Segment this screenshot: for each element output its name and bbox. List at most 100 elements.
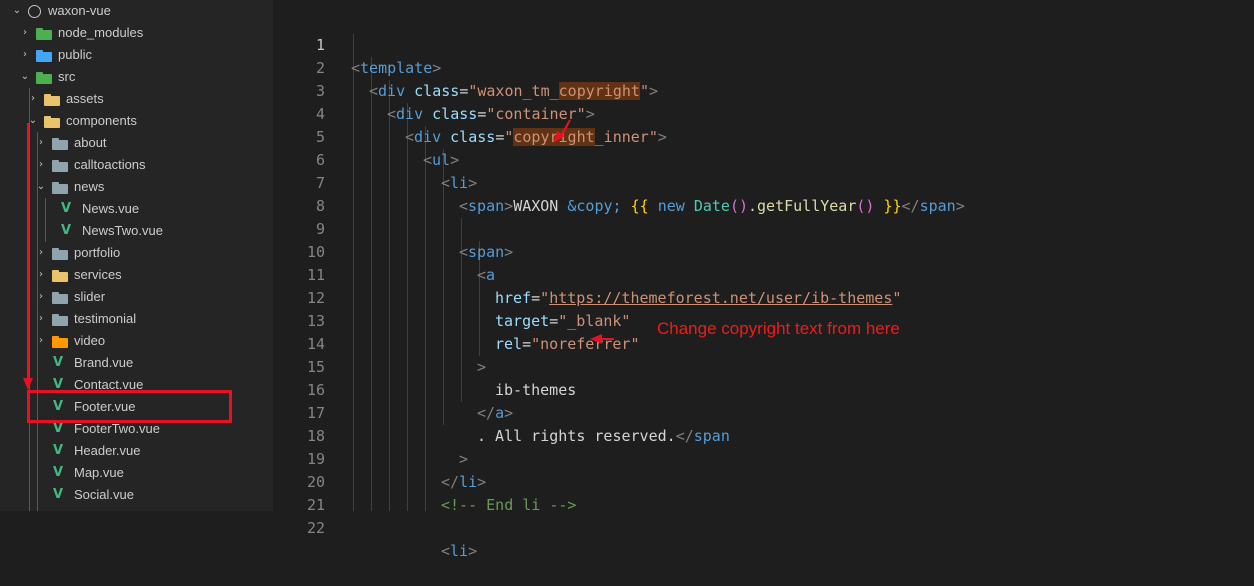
code-line: 3 <div class="container"> bbox=[273, 57, 1254, 123]
code-line: 19 </li> bbox=[273, 425, 1254, 491]
vue-file-icon: V bbox=[61, 223, 72, 238]
code-editor[interactable]: 1 <template> 2 <div class="waxon_tm_copy… bbox=[273, 0, 1254, 560]
code-line: 17 . All rights reserved.</span bbox=[273, 379, 1254, 445]
explorer-file-newstwo-vue[interactable]: V NewsTwo.vue bbox=[0, 220, 273, 242]
vue-file-icon: V bbox=[53, 355, 64, 370]
folder-icon bbox=[52, 242, 68, 264]
folder-open-icon bbox=[52, 176, 68, 198]
explorer-folder-src[interactable]: ⌄ src bbox=[0, 66, 273, 88]
code-line: 8 bbox=[273, 172, 1254, 215]
code-line: 21 bbox=[273, 471, 1254, 514]
vue-file-icon: V bbox=[53, 399, 64, 414]
explorer-folder-components[interactable]: ⌄ components bbox=[0, 110, 273, 132]
explorer-item-label: components bbox=[66, 113, 137, 128]
chevron-right-icon: › bbox=[39, 291, 43, 302]
explorer-file-news-vue[interactable]: V News.vue bbox=[0, 198, 273, 220]
explorer-item-label: Social.vue bbox=[74, 487, 134, 502]
explorer-folder-slider[interactable]: › slider bbox=[0, 286, 273, 308]
vue-file-icon: V bbox=[53, 443, 64, 458]
vue-file-icon: V bbox=[53, 377, 64, 392]
code-line: 2 <div class="waxon_tm_copyright"> bbox=[273, 34, 1254, 100]
explorer-folder-public[interactable]: › public bbox=[0, 44, 273, 66]
code-line: 6 <li> bbox=[273, 126, 1254, 192]
project-circle-icon bbox=[28, 0, 42, 22]
chevron-right-icon: › bbox=[39, 247, 43, 258]
file-explorer: ⌄ waxon-vue › node_modules › public ⌄ sr… bbox=[0, 0, 273, 511]
explorer-item-label: Map.vue bbox=[74, 465, 124, 480]
code-line: 9 <span> bbox=[273, 195, 1254, 261]
explorer-item-label: news bbox=[74, 179, 105, 194]
folder-icon bbox=[52, 308, 68, 330]
vue-file-icon: V bbox=[53, 421, 64, 436]
explorer-folder-assets[interactable]: › assets bbox=[0, 88, 273, 110]
code-line: 18 > bbox=[273, 402, 1254, 468]
folder-open-icon bbox=[36, 66, 52, 88]
line-number: 22 bbox=[306, 519, 325, 537]
code-line: 1 <template> bbox=[273, 11, 1254, 77]
vue-file-icon: V bbox=[61, 201, 72, 216]
explorer-item-label: Header.vue bbox=[74, 443, 141, 458]
explorer-folder-video[interactable]: › video bbox=[0, 330, 273, 352]
explorer-file-header-vue[interactable]: V Header.vue bbox=[0, 440, 273, 462]
folder-icon bbox=[36, 44, 52, 66]
chevron-right-icon: › bbox=[39, 313, 43, 324]
explorer-item-label: Contact.vue bbox=[74, 377, 144, 392]
explorer-file-contact-vue[interactable]: V Contact.vue bbox=[0, 374, 273, 396]
explorer-folder-portfolio[interactable]: › portfolio bbox=[0, 242, 273, 264]
explorer-file-social-vue[interactable]: V Social.vue bbox=[0, 484, 273, 506]
explorer-folder-calltoactions[interactable]: › calltoactions bbox=[0, 154, 273, 176]
annotation-text: Change copyright text from here bbox=[657, 319, 900, 338]
chevron-right-icon: › bbox=[23, 27, 27, 38]
chevron-right-icon: › bbox=[39, 335, 43, 346]
explorer-item-label: News.vue bbox=[82, 201, 140, 216]
explorer-file-footertwo-vue[interactable]: V FooterTwo.vue bbox=[0, 418, 273, 440]
explorer-item-label: public bbox=[58, 47, 92, 62]
explorer-item-label: node_modules bbox=[58, 25, 144, 40]
explorer-item-label: assets bbox=[66, 91, 104, 106]
explorer-file-map-vue[interactable]: V Map.vue bbox=[0, 462, 273, 484]
explorer-item-label: src bbox=[58, 69, 76, 84]
code-line: 12 target="_blank" bbox=[273, 264, 1254, 330]
code-line: 11 href="https://themeforest.net/user/ib… bbox=[273, 241, 1254, 307]
vue-file-icon: V bbox=[53, 465, 64, 480]
vue-file-icon: V bbox=[53, 487, 64, 502]
folder-icon bbox=[52, 154, 68, 176]
explorer-folder-about[interactable]: › about bbox=[0, 132, 273, 154]
folder-icon bbox=[52, 286, 68, 308]
explorer-item-label: waxon-vue bbox=[48, 3, 111, 18]
explorer-item-label: Footer.vue bbox=[74, 399, 136, 414]
code-text: <li> bbox=[441, 542, 478, 560]
explorer-file-brand-vue[interactable]: V Brand.vue bbox=[0, 352, 273, 374]
folder-open-icon bbox=[44, 110, 60, 132]
explorer-file-footer-vue[interactable]: V Footer.vue bbox=[0, 396, 273, 418]
folder-icon bbox=[52, 264, 68, 286]
explorer-item-label: Brand.vue bbox=[74, 355, 134, 370]
explorer-root-waxon-vue[interactable]: ⌄ waxon-vue bbox=[0, 0, 273, 22]
folder-icon bbox=[52, 132, 68, 154]
explorer-item-label: testimonial bbox=[74, 311, 137, 326]
code-line: 5 <ul> bbox=[273, 103, 1254, 169]
explorer-folder-services[interactable]: › services bbox=[0, 264, 273, 286]
explorer-item-label: calltoactions bbox=[74, 157, 146, 172]
explorer-item-label: FooterTwo.vue bbox=[74, 421, 160, 436]
chevron-down-icon: ⌄ bbox=[20, 71, 30, 82]
explorer-item-label: video bbox=[74, 333, 106, 348]
explorer-item-label: portfolio bbox=[74, 245, 121, 260]
code-line: 10 <a bbox=[273, 218, 1254, 284]
chevron-right-icon: › bbox=[31, 93, 35, 104]
explorer-folder-news[interactable]: ⌄ news bbox=[0, 176, 273, 198]
chevron-right-icon: › bbox=[39, 269, 43, 280]
code-line: 20 <!-- End li --> bbox=[273, 448, 1254, 514]
code-line: 16 </a> bbox=[273, 356, 1254, 422]
chevron-right-icon: › bbox=[23, 49, 27, 60]
chevron-right-icon: › bbox=[39, 159, 43, 170]
code-line: 7 <span>WAXON &copy; {{ new Date().getFu… bbox=[273, 149, 1254, 215]
explorer-folder-node-modules[interactable]: › node_modules bbox=[0, 22, 273, 44]
code-line: 4 <div class="copyright_inner"> bbox=[273, 80, 1254, 146]
explorer-folder-testimonial[interactable]: › testimonial bbox=[0, 308, 273, 330]
chevron-down-icon: ⌄ bbox=[12, 5, 22, 16]
explorer-item-label: services bbox=[74, 267, 122, 282]
folder-icon bbox=[36, 22, 52, 44]
chevron-down-icon: ⌄ bbox=[28, 115, 38, 126]
chevron-down-icon: ⌄ bbox=[36, 181, 46, 192]
